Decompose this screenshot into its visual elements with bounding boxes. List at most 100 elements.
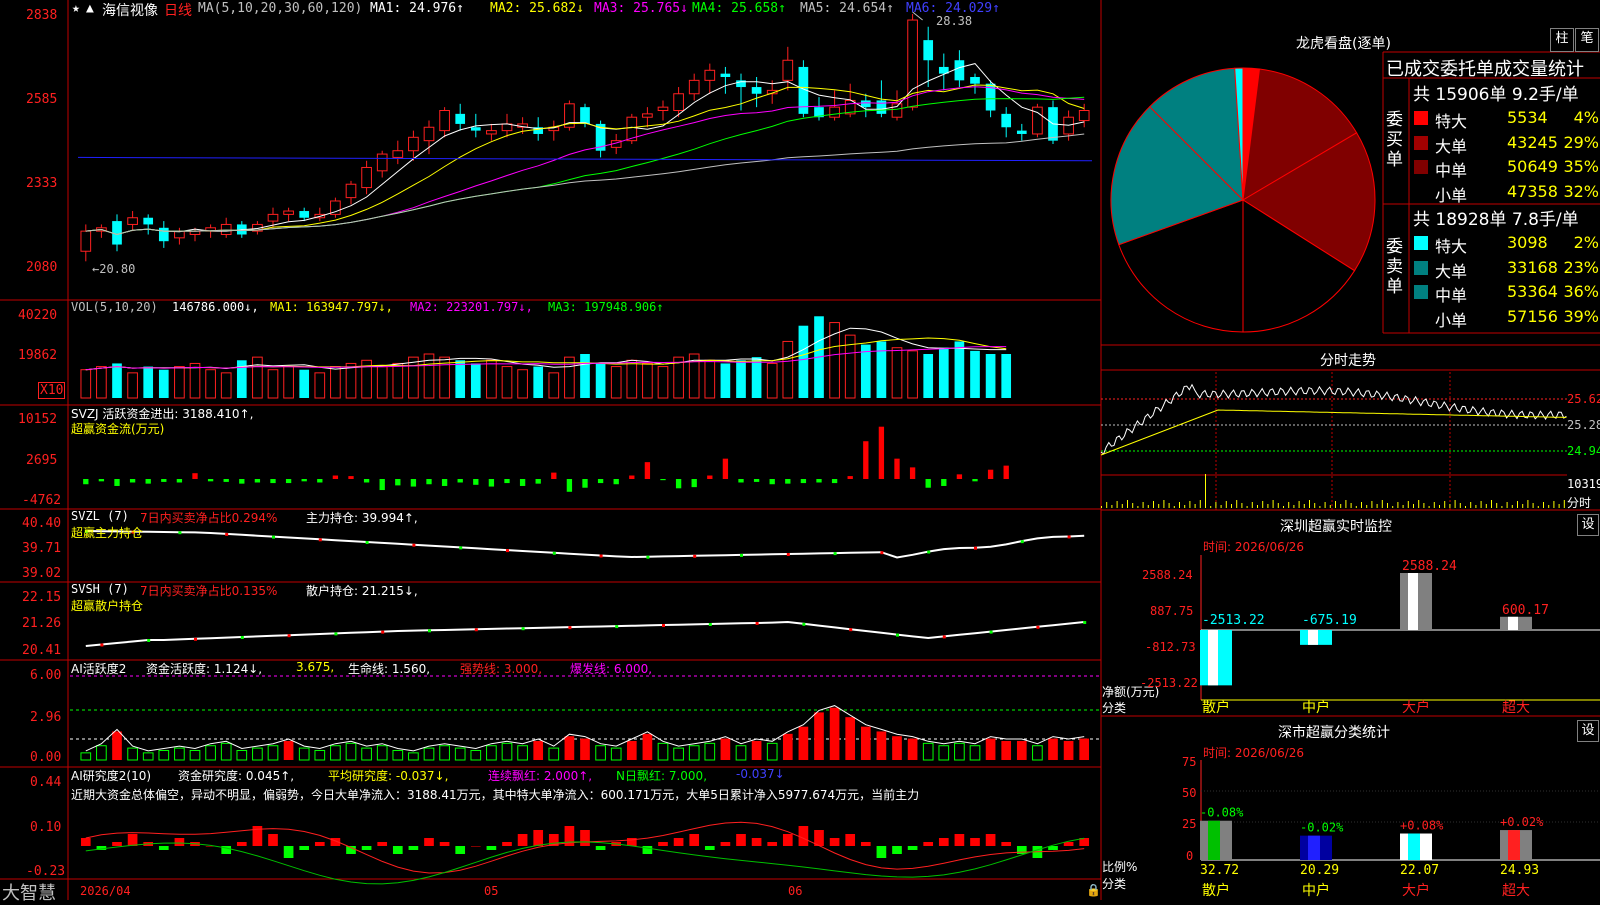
main-holding-dot — [506, 549, 509, 553]
activity-bar — [112, 731, 122, 760]
volume-bar — [174, 366, 185, 399]
classify-axis-4: 0 — [1186, 849, 1194, 863]
intraday-vol-bar — [1532, 503, 1534, 508]
activity-bar — [486, 745, 497, 761]
svzj-axis-1: 10152 — [18, 412, 58, 427]
research-bar — [112, 842, 122, 846]
ai1-v1: 资金活跃度: 1.124↓, — [146, 662, 263, 676]
bar-mode-button[interactable]: 柱 — [1550, 28, 1574, 52]
order-volume: 50649 — [1507, 157, 1558, 176]
flow-bar — [941, 479, 947, 486]
research-bar — [1001, 842, 1012, 846]
research-bar — [236, 842, 247, 846]
retail-holding-dot — [662, 624, 665, 628]
retail-holding-dot — [381, 630, 385, 634]
monitor-settings-button[interactable]: 设 — [1577, 514, 1599, 536]
order-type: 大单 — [1435, 136, 1468, 156]
activity-bar — [361, 747, 372, 761]
intraday-vol-bar — [1392, 506, 1394, 508]
order-volume: 3098 — [1507, 233, 1548, 252]
ma4-value: MA4: 25.658↑ — [692, 1, 786, 16]
intraday-vol-bar — [1231, 504, 1232, 508]
order-swatch — [1414, 135, 1428, 150]
ai1-axis-2: 2.96 — [30, 710, 62, 725]
flow-bar — [285, 479, 292, 484]
research-bar — [658, 842, 668, 846]
vol-ma3: MA3: 197948.906↑ — [548, 300, 664, 314]
classify-settings-button[interactable]: 设 — [1577, 720, 1599, 742]
svzl-name: 超赢主力持仓 — [71, 526, 144, 540]
main-holding-dot — [225, 532, 229, 536]
activity-bar — [829, 707, 840, 760]
activity-bar — [720, 738, 731, 760]
vol-ma2: MA2: 223201.797↓, — [410, 300, 533, 314]
intraday-vol-bar — [1319, 506, 1321, 508]
sell-label: 委卖单 — [1386, 237, 1403, 297]
flow-bar — [863, 441, 869, 479]
research-bar — [470, 846, 481, 847]
research-line-red — [85, 821, 1085, 874]
research-bar — [704, 846, 715, 850]
intraday-vol-bar — [1314, 503, 1316, 508]
buy-total: 共 15906单 9.2手/单 — [1413, 85, 1579, 105]
intraday-vol-axis: 10319 — [1567, 477, 1600, 491]
intraday-vol-bar — [1194, 504, 1196, 508]
monitor-time: 时间: 2026/06/26 — [1203, 540, 1305, 554]
tick-mode-button[interactable]: 笔 — [1575, 28, 1599, 52]
ai2-v2: 平均研究度: -0.037↓, — [328, 769, 449, 783]
intraday-vol-bar — [1465, 506, 1466, 508]
date-label-1: 2026/04 — [80, 884, 131, 898]
ai1-v3: 生命线: 1.560, — [348, 662, 431, 676]
retail-holding-dot — [802, 622, 806, 626]
flow-bar — [332, 475, 339, 479]
main-holding-dot — [833, 552, 837, 556]
flow-bar — [691, 479, 697, 488]
intraday-axis-1: 25.62 — [1567, 392, 1600, 406]
intraday-vol-bar — [1387, 503, 1388, 508]
ai2-v5: -0.037↓ — [736, 767, 785, 781]
intraday-axis-3: 24.94 — [1567, 444, 1600, 458]
add-icon[interactable]: ▲ — [86, 1, 94, 16]
volume-bar — [408, 356, 419, 399]
svsh-axis-3: 20.41 — [22, 643, 62, 658]
ai2-title: AI研究度2(10) — [71, 769, 152, 783]
classify-axis-1: 75 — [1182, 755, 1197, 769]
main-holding-dot — [693, 554, 697, 558]
retail-holding-dot — [896, 633, 899, 637]
candle-body — [80, 230, 92, 252]
classify-axis-2: 50 — [1182, 786, 1197, 800]
retail-holding-dot — [194, 637, 197, 641]
volume-bar — [376, 366, 388, 399]
intraday-vol-bar — [1506, 502, 1508, 508]
intraday-vol-bar — [1418, 500, 1420, 508]
intraday-unit: 分时 — [1567, 496, 1592, 510]
classify-value-label: 32.72 — [1200, 863, 1239, 878]
ai1-title: AI活跃度2 — [71, 662, 127, 676]
candle-body — [127, 217, 138, 225]
volume-bar — [626, 359, 638, 399]
activity-bar — [1001, 740, 1012, 760]
period-label[interactable]: 日线 — [164, 0, 192, 20]
svsh-axis-2: 21.26 — [22, 616, 62, 631]
volume-bar — [610, 366, 622, 399]
research-bar — [689, 834, 700, 846]
retail-holding-dot — [708, 623, 712, 626]
order-row: 小单 47358 32% — [1409, 180, 1599, 205]
intraday-vol-bar — [1101, 506, 1102, 508]
monitor-bar-highlight — [1408, 573, 1418, 630]
retail-holding-dot — [428, 629, 431, 633]
svzl-axis-1: 40.40 — [22, 516, 62, 531]
flow-bar — [270, 479, 276, 484]
brand-label[interactable]: 大智慧 — [2, 879, 56, 905]
activity-bar — [298, 747, 310, 761]
favorite-star-icon[interactable]: ★ — [72, 1, 80, 16]
stock-name[interactable]: 海信视像 — [102, 0, 158, 20]
activity-bar — [782, 733, 793, 760]
activity-bar — [267, 745, 279, 761]
intraday-vol-bar — [1454, 500, 1456, 508]
candle-body — [829, 106, 840, 118]
research-bar — [80, 838, 91, 846]
svzl-axis-3: 39.02 — [22, 566, 62, 581]
ai2-axis-2: 0.10 — [30, 820, 62, 835]
lock-icon[interactable]: 🔒 — [1086, 883, 1101, 897]
